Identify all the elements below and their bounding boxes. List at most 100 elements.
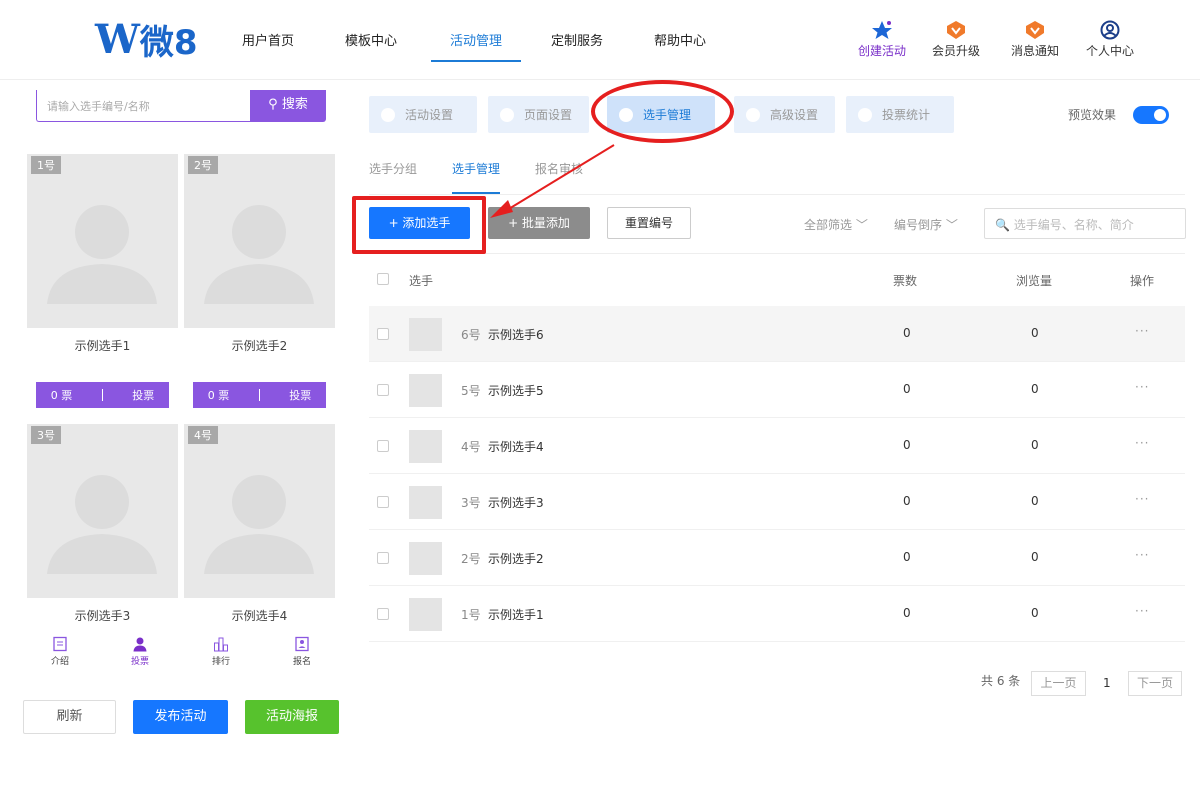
divider — [258, 389, 260, 401]
player-card[interactable]: 2号 示例选手2 0 票 投票 — [184, 154, 335, 416]
player-number-badge: 3号 — [31, 426, 61, 444]
more-actions-button[interactable]: ··· — [1135, 492, 1149, 506]
annotation-ellipse — [591, 80, 734, 143]
vote-button[interactable]: 投票 — [289, 387, 311, 403]
next-page-button[interactable]: 下一页 — [1128, 671, 1182, 696]
player-card[interactable]: 3号 示例选手3 — [27, 424, 178, 632]
player-card[interactable]: 1号 示例选手1 0 票 投票 — [27, 154, 178, 416]
vote-button[interactable]: 投票 — [132, 387, 154, 403]
vote-count: 0 — [903, 382, 911, 396]
nav-templates[interactable]: 模板中心 — [345, 30, 397, 62]
step-page-settings[interactable]: 页面设置 — [488, 96, 589, 133]
activity-poster-button[interactable]: 活动海报 — [245, 700, 339, 734]
nav-custom-service[interactable]: 定制服务 — [551, 30, 603, 62]
tab-intro[interactable]: 介绍 — [30, 636, 90, 667]
more-actions-button[interactable]: ··· — [1135, 548, 1149, 562]
table-row[interactable]: 2号 示例选手2 0 0 ··· — [369, 530, 1185, 586]
filter-all-dropdown[interactable]: 全部筛选 ﹀ — [804, 216, 868, 233]
more-actions-button[interactable]: ··· — [1135, 380, 1149, 394]
player-name: 示例选手6 — [488, 328, 544, 342]
player-photo — [27, 154, 178, 328]
step-label: 高级设置 — [770, 108, 819, 122]
step-advanced-settings[interactable]: 高级设置 — [734, 96, 835, 133]
header-player: 选手 — [409, 274, 434, 288]
table-row[interactable]: 6号 示例选手6 0 0 ··· — [369, 306, 1185, 362]
row-checkbox[interactable] — [377, 608, 389, 620]
tab-ranking-label: 排行 — [211, 657, 230, 667]
step-label: 活动设置 — [405, 108, 454, 122]
tab-vote-label: 投票 — [130, 657, 149, 667]
tab-signup[interactable]: 报名 — [272, 636, 332, 667]
row-checkbox[interactable] — [377, 496, 389, 508]
player-name: 示例选手4 — [231, 609, 288, 623]
player-card[interactable]: 4号 示例选手4 — [184, 424, 335, 632]
more-actions-button[interactable]: ··· — [1135, 436, 1149, 450]
player-photo — [184, 154, 335, 328]
prev-page-button[interactable]: 上一页 — [1031, 671, 1086, 696]
batch-add-button[interactable]: + 批量添加 — [488, 207, 590, 239]
player-name: 示例选手5 — [488, 384, 544, 398]
table-row[interactable]: 3号 示例选手3 0 0 ··· — [369, 474, 1185, 530]
more-actions-button[interactable]: ··· — [1135, 604, 1149, 618]
header-votes: 票数 — [893, 274, 918, 288]
player-number: 3号 — [461, 496, 481, 510]
refresh-button[interactable]: 刷新 — [23, 700, 116, 734]
vote-count: 0 — [903, 550, 911, 564]
row-checkbox[interactable] — [377, 552, 389, 564]
tab-vote[interactable]: 投票 — [110, 636, 170, 667]
reset-numbers-button[interactable]: 重置编号 — [607, 207, 691, 239]
preview-search-button[interactable]: ⚲ 搜索 — [250, 90, 326, 122]
row-checkbox[interactable] — [377, 328, 389, 340]
view-count: 0 — [1031, 382, 1039, 396]
nav-home[interactable]: 用户首页 — [242, 30, 294, 62]
player-avatar — [409, 318, 442, 351]
table-row[interactable]: 4号 示例选手4 0 0 ··· — [369, 418, 1185, 474]
avatar-placeholder-icon — [47, 475, 157, 574]
select-all-checkbox[interactable] — [377, 273, 389, 285]
annotation-rectangle — [352, 196, 486, 254]
step-vote-statistics[interactable]: 投票统计 — [846, 96, 954, 133]
player-search-input[interactable]: 🔍 选手编号、名称、简介 — [984, 208, 1186, 239]
tab-ranking[interactable]: 排行 — [191, 636, 251, 667]
avatar-placeholder-icon — [204, 475, 314, 574]
notifications-button[interactable]: 消息通知 — [1005, 20, 1065, 59]
nav-activity-management[interactable]: 活动管理 — [431, 30, 521, 62]
step-activity-settings[interactable]: 活动设置 — [369, 96, 477, 133]
divider — [369, 253, 1185, 254]
create-activity-button[interactable]: 创建活动 — [852, 20, 912, 59]
table-row[interactable]: 1号 示例选手1 0 0 ··· — [369, 586, 1185, 642]
create-activity-label: 创建活动 — [857, 44, 906, 58]
view-count: 0 — [1031, 494, 1039, 508]
vote-bar[interactable]: 0 票 投票 — [36, 382, 169, 408]
player-number: 5号 — [461, 384, 481, 398]
site-logo[interactable]: W 微8 — [95, 16, 198, 63]
tab-player-management[interactable]: 选手管理 — [452, 160, 501, 194]
page-icon — [500, 107, 514, 122]
player-number: 1号 — [461, 608, 481, 622]
current-page[interactable]: 1 — [1103, 676, 1111, 690]
row-checkbox[interactable] — [377, 440, 389, 452]
player-photo — [27, 424, 178, 598]
player-avatar — [409, 486, 442, 519]
player-number-badge: 4号 — [188, 426, 218, 444]
step-label: 页面设置 — [524, 108, 573, 122]
nav-help-center[interactable]: 帮助中心 — [654, 30, 706, 62]
sort-dropdown[interactable]: 编号倒序 ﹀ — [894, 216, 958, 233]
tab-signup-review[interactable]: 报名审核 — [535, 160, 583, 194]
member-upgrade-button[interactable]: 会员升级 — [926, 20, 986, 59]
vote-bar[interactable]: 0 票 投票 — [193, 382, 326, 408]
player-name: 示例选手1 — [488, 608, 544, 622]
publish-activity-button[interactable]: 发布活动 — [133, 700, 228, 734]
row-checkbox[interactable] — [377, 384, 389, 396]
player-name: 示例选手1 — [74, 339, 131, 353]
more-actions-button[interactable]: ··· — [1135, 324, 1149, 338]
personal-center-button[interactable]: 个人中心 — [1080, 20, 1140, 59]
table-row[interactable]: 5号 示例选手5 0 0 ··· — [369, 362, 1185, 418]
player-photo — [184, 424, 335, 598]
preview-toggle[interactable] — [1133, 106, 1169, 124]
divider — [369, 194, 1185, 195]
signup-icon — [295, 636, 309, 652]
tab-player-groups[interactable]: 选手分组 — [369, 160, 417, 194]
preview-search-input[interactable]: 请输入选手编号/名称 — [36, 90, 251, 122]
pagination-total: 共 6 条 — [981, 674, 1021, 688]
